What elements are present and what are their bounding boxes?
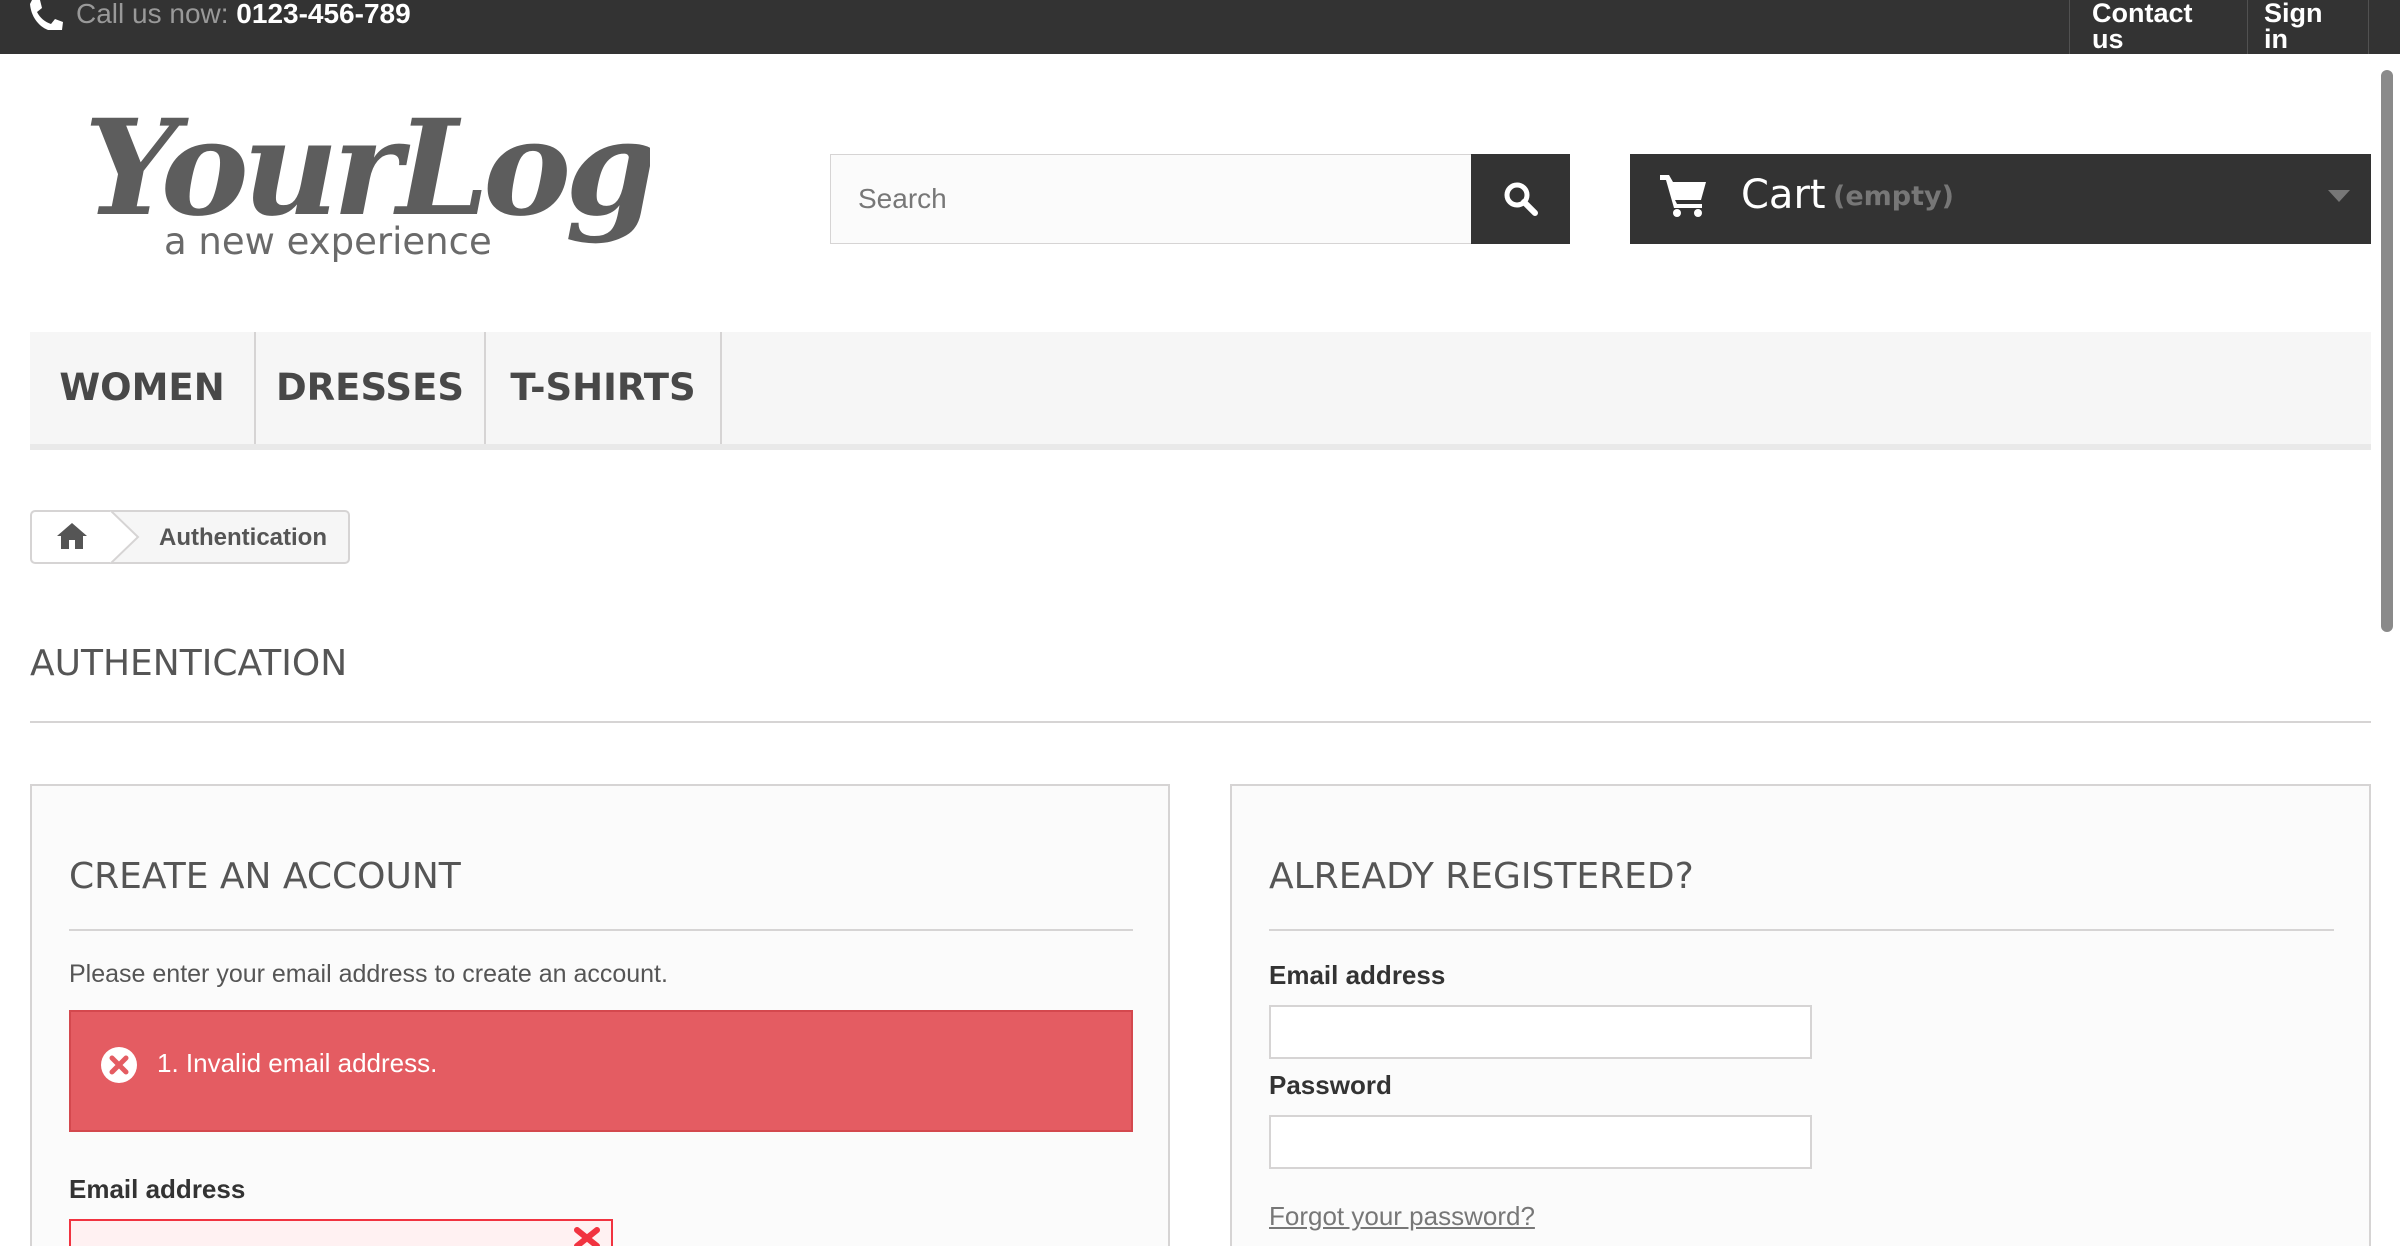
breadcrumb: Authentication bbox=[30, 510, 350, 564]
cart-status: (empty) bbox=[1833, 181, 1954, 212]
forgot-password-link[interactable]: Forgot your password? bbox=[1269, 1201, 1535, 1232]
search-input[interactable] bbox=[831, 155, 1472, 243]
create-account-divider bbox=[69, 929, 1133, 931]
heading-divider bbox=[30, 721, 2371, 723]
login-divider bbox=[1269, 929, 2334, 931]
menu-item-women[interactable]: WOMEN bbox=[30, 332, 256, 444]
phone-icon bbox=[30, 0, 63, 30]
menu-item-dresses[interactable]: DRESSES bbox=[256, 332, 486, 444]
menu-item-tshirts[interactable]: T-SHIRTS bbox=[486, 332, 722, 444]
invalid-x-icon bbox=[574, 1227, 600, 1246]
create-email-input[interactable] bbox=[69, 1219, 613, 1246]
cart-label: Cart bbox=[1741, 172, 1826, 218]
search-box bbox=[830, 154, 1473, 244]
cart-button[interactable]: Cart (empty) bbox=[1630, 154, 2371, 244]
create-account-title: CREATE AN ACCOUNT bbox=[69, 856, 461, 897]
sign-in-link[interactable]: Sign in bbox=[2247, 0, 2369, 54]
login-email-label: Email address bbox=[1269, 960, 1446, 990]
create-account-intro: Please enter your email address to creat… bbox=[69, 960, 668, 988]
chevron-down-icon bbox=[2328, 190, 2350, 202]
login-password-input[interactable] bbox=[1269, 1115, 1812, 1169]
create-account-box: CREATE AN ACCOUNT Please enter your emai… bbox=[30, 784, 1170, 1246]
svg-text:a new experience: a new experience bbox=[164, 220, 492, 263]
search-button[interactable] bbox=[1471, 154, 1570, 244]
create-email-label: Email address bbox=[69, 1174, 246, 1204]
page-title: AUTHENTICATION bbox=[30, 643, 348, 684]
scrollbar-thumb[interactable] bbox=[2381, 70, 2393, 632]
login-password-label: Password bbox=[1269, 1070, 1392, 1100]
search-icon bbox=[1504, 182, 1538, 216]
breadcrumb-home[interactable] bbox=[32, 512, 112, 562]
phone-number: 0123-456-789 bbox=[236, 0, 411, 29]
logo[interactable]: YourLogo a new experience bbox=[80, 96, 650, 271]
error-alert: 1. Invalid email address. bbox=[69, 1010, 1133, 1132]
login-email-input[interactable] bbox=[1269, 1005, 1812, 1059]
call-us-label: Call us now: bbox=[76, 0, 229, 29]
call-us-text: Call us now: 0123-456-789 bbox=[76, 0, 411, 30]
main-menu: WOMEN DRESSES T-SHIRTS bbox=[30, 332, 2371, 450]
breadcrumb-separator bbox=[110, 510, 140, 564]
error-icon bbox=[101, 1047, 137, 1083]
contact-us-link[interactable]: Contact us bbox=[2069, 0, 2247, 54]
top-bar: Call us now: 0123-456-789 Contact us Sig… bbox=[0, 0, 2400, 54]
home-icon bbox=[57, 523, 87, 549]
error-message: 1. Invalid email address. bbox=[157, 1048, 438, 1078]
cart-icon bbox=[1660, 175, 1706, 217]
login-title: ALREADY REGISTERED? bbox=[1269, 856, 1694, 897]
top-nav: Contact us Sign in bbox=[2069, 0, 2369, 54]
breadcrumb-current: Authentication bbox=[159, 524, 327, 551]
login-box: ALREADY REGISTERED? Email address Passwo… bbox=[1230, 784, 2371, 1246]
